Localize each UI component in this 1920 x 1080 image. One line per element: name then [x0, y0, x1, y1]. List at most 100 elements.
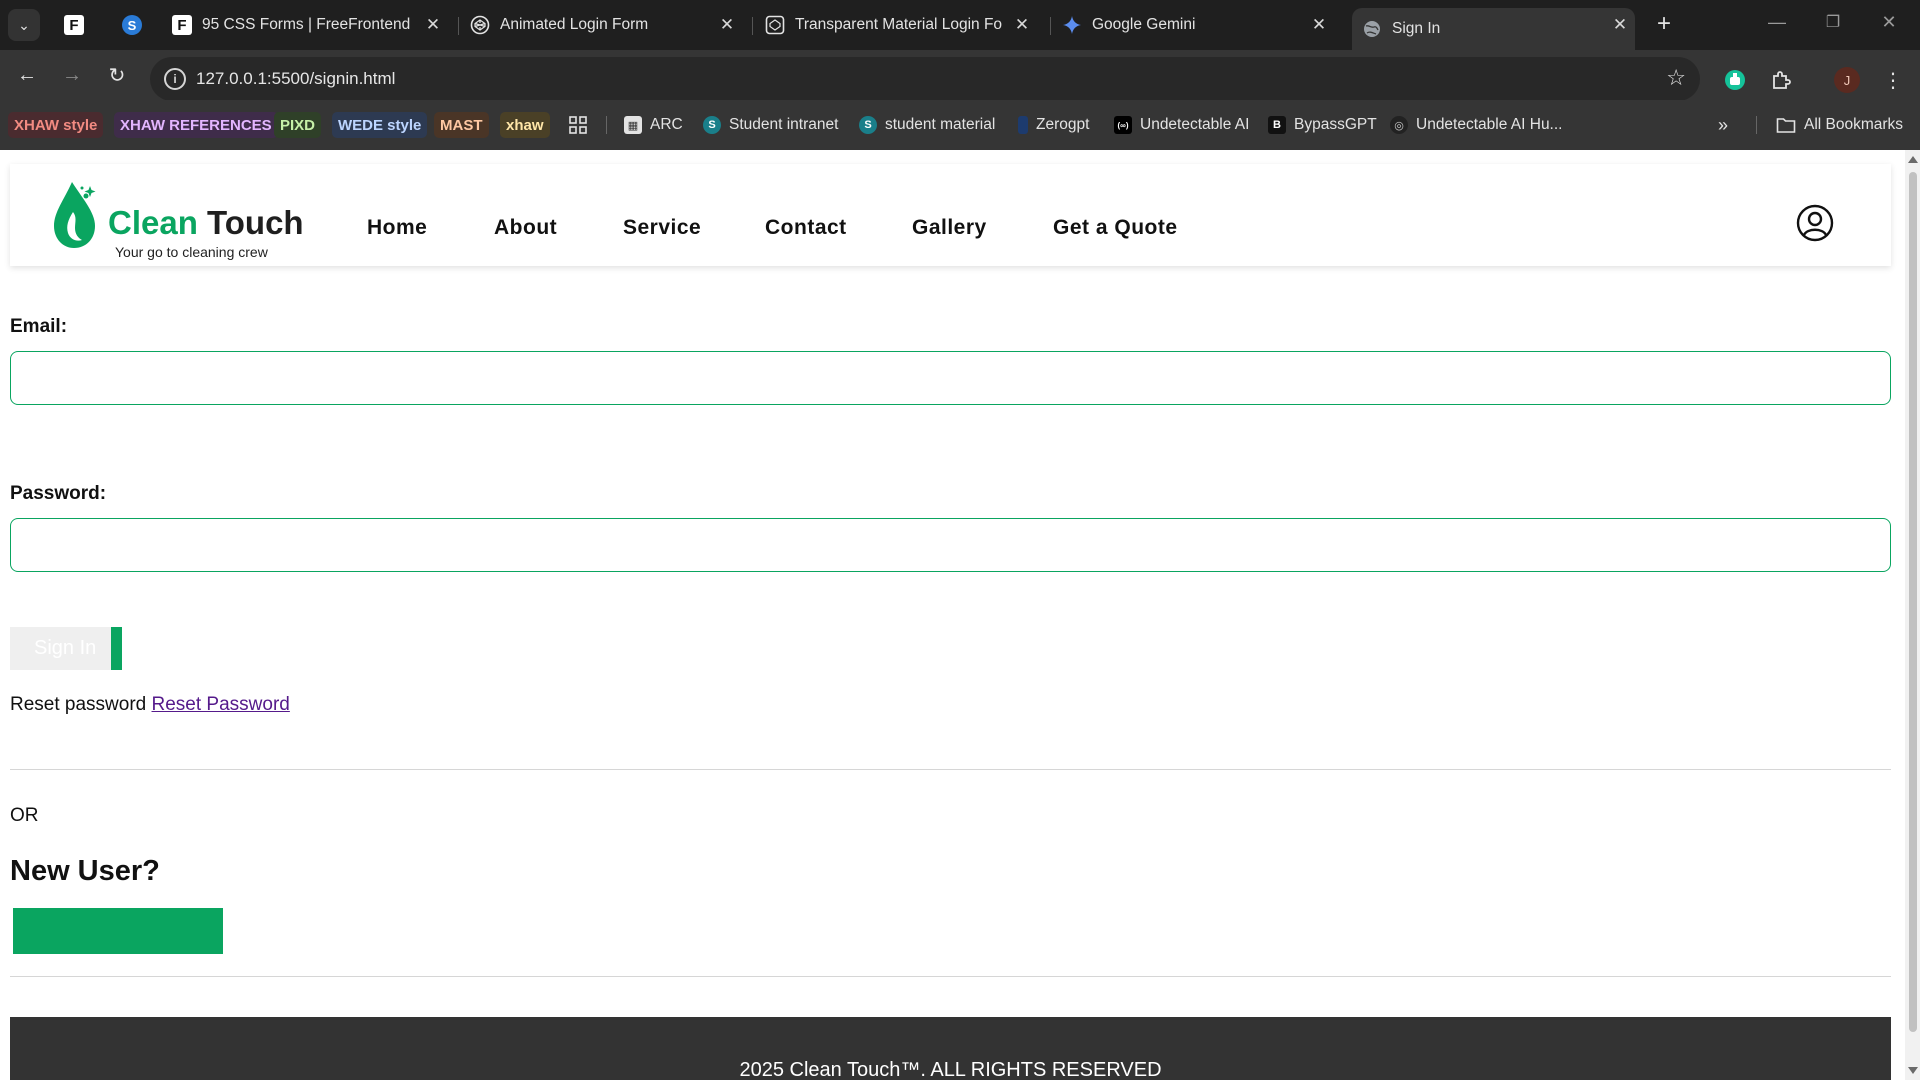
- bookmark-folder-mast[interactable]: MAST: [434, 112, 489, 138]
- pinned-tab-sharepoint[interactable]: S: [120, 13, 144, 37]
- close-tab-icon[interactable]: ✕: [422, 14, 444, 36]
- pinned-tab-freefrontend[interactable]: F: [62, 13, 86, 37]
- scroll-up-arrow-icon[interactable]: [1908, 156, 1918, 163]
- bookmark-folder-xhaw-references[interactable]: XHAW REFERENCES: [114, 112, 278, 138]
- nav-link-gallery[interactable]: Gallery: [912, 216, 987, 240]
- logo-wordmark: Clean Touch: [108, 204, 304, 242]
- reload-icon[interactable]: ↻: [102, 60, 132, 90]
- profile-avatar[interactable]: J: [1834, 67, 1860, 93]
- bookmark-undetectable-ai[interactable]: (∞) Undetectable AI: [1114, 114, 1249, 136]
- nav-link-home[interactable]: Home: [367, 216, 427, 240]
- nav-link-service[interactable]: Service: [623, 216, 701, 240]
- tab-gemini[interactable]: Google Gemini ✕: [1062, 8, 1334, 42]
- bookmark-divider: [1756, 116, 1757, 134]
- logo-word-touch: Touch: [207, 204, 304, 241]
- reset-password-link[interactable]: Reset Password: [152, 694, 290, 715]
- bookmark-folder-pixd[interactable]: PIXD: [274, 112, 322, 138]
- extensions-puzzle-icon[interactable]: [1768, 67, 1794, 93]
- site-info-icon[interactable]: i: [164, 68, 186, 90]
- tab-title: Transparent Material Login For: [795, 16, 1003, 33]
- site-footer: 2025 Clean Touch™. ALL RIGHTS RESERVED: [10, 1017, 1891, 1080]
- password-label: Password:: [10, 483, 107, 504]
- freefrontend-favicon-icon: F: [172, 15, 192, 35]
- email-label: Email:: [10, 316, 68, 337]
- minimize-icon[interactable]: —: [1762, 12, 1792, 33]
- sharepoint-favicon-icon: S: [859, 116, 877, 134]
- bookmark-arc[interactable]: ▦ ARC: [624, 114, 683, 136]
- chrome-menu-icon[interactable]: ⋮: [1880, 67, 1906, 93]
- freefrontend-favicon-icon: F: [64, 15, 84, 35]
- bookmark-folder-wede-style[interactable]: WEDE style: [332, 112, 428, 138]
- tab-transparent-login[interactable]: Transparent Material Login For ✕: [765, 8, 1037, 42]
- codepen-favicon-icon: [470, 15, 490, 35]
- bookmark-label: BypassGPT: [1294, 116, 1377, 133]
- globe-icon: [1364, 21, 1380, 37]
- scrollbar-thumb[interactable]: [1909, 172, 1917, 1032]
- reset-password-line: Reset password Reset Password: [10, 694, 290, 716]
- sharepoint-favicon-icon: S: [703, 116, 721, 134]
- arc-favicon-icon: ▦: [624, 116, 642, 134]
- or-text: OR: [10, 805, 39, 826]
- nav-link-about[interactable]: About: [494, 216, 557, 240]
- tab-sign-in[interactable]: Sign In ✕: [1352, 8, 1635, 50]
- reset-password-text: Reset password: [10, 694, 147, 715]
- bookmark-star-icon[interactable]: ☆: [1666, 65, 1686, 91]
- codepen-favicon-icon: [765, 15, 785, 35]
- zerogpt-favicon-icon: [1018, 116, 1028, 134]
- tab-divider: [752, 17, 753, 35]
- tab-divider: [1050, 17, 1051, 35]
- close-tab-icon[interactable]: ✕: [1308, 14, 1330, 36]
- window-close-icon[interactable]: ✕: [1874, 12, 1904, 33]
- bookmark-zerogpt[interactable]: Zerogpt: [1018, 114, 1089, 136]
- footer-copyright: 2025 Clean Touch™. ALL RIGHTS RESERVED: [739, 1059, 1162, 1080]
- bookmark-folder-xhaw-style[interactable]: XHAW style: [8, 112, 104, 138]
- email-field[interactable]: [10, 351, 1891, 405]
- close-tab-icon[interactable]: ✕: [1609, 14, 1631, 36]
- sharepoint-favicon-icon: S: [122, 15, 142, 35]
- browser-tab-strip: ⌄ F S F 95 CSS Forms | FreeFrontend ✕ An…: [0, 0, 1920, 50]
- register-button[interactable]: [13, 908, 223, 954]
- sign-in-button[interactable]: Sign In: [10, 627, 122, 670]
- nav-link-get-a-quote[interactable]: Get a Quote: [1053, 216, 1178, 240]
- password-field[interactable]: [10, 518, 1891, 572]
- all-bookmarks-button[interactable]: All Bookmarks: [1776, 114, 1903, 136]
- divider: [10, 769, 1891, 770]
- new-tab-plus-icon[interactable]: +: [1650, 10, 1678, 38]
- close-tab-icon[interactable]: ✕: [1011, 14, 1033, 36]
- back-arrow-icon[interactable]: ←: [12, 60, 42, 90]
- forward-arrow-icon[interactable]: →: [57, 60, 87, 90]
- bookmark-label: Zerogpt: [1036, 116, 1090, 133]
- restore-icon[interactable]: ❐: [1818, 12, 1848, 32]
- bookmark-label: Undetectable AI: [1140, 116, 1250, 133]
- divider: [10, 976, 1891, 977]
- tab-title: Sign In: [1392, 20, 1441, 37]
- bookmark-label: Student intranet: [729, 116, 839, 133]
- close-tab-icon[interactable]: ✕: [716, 14, 738, 36]
- bookmark-student-material[interactable]: S student material: [859, 114, 995, 136]
- bookmark-divider: [606, 116, 607, 134]
- bookmark-undetectable-ai-humanizer[interactable]: ◎ Undetectable AI Hu...: [1390, 114, 1562, 136]
- scroll-down-arrow-icon[interactable]: [1908, 1067, 1918, 1074]
- bookmark-bypassgpt[interactable]: B BypassGPT: [1268, 114, 1377, 136]
- user-account-icon[interactable]: [1796, 204, 1834, 242]
- address-bar[interactable]: i 127.0.0.1:5500/signin.html ☆: [150, 57, 1700, 101]
- site-logo[interactable]: Clean Touch Your go to cleaning crew: [46, 176, 306, 260]
- all-bookmarks-label: All Bookmarks: [1804, 116, 1904, 133]
- tab-title: Animated Login Form: [500, 16, 649, 33]
- tab-search-button[interactable]: ⌄: [8, 9, 40, 41]
- tab-title: 95 CSS Forms | FreeFrontend: [202, 16, 411, 33]
- grammarly-extension-icon[interactable]: [1722, 67, 1748, 93]
- bookmark-student-intranet[interactable]: S Student intranet: [703, 114, 838, 136]
- site-header: Clean Touch Your go to cleaning crew Hom…: [10, 164, 1891, 266]
- tab-freefrontend[interactable]: F 95 CSS Forms | FreeFrontend ✕: [172, 8, 448, 42]
- url-text[interactable]: 127.0.0.1:5500/signin.html: [196, 69, 395, 89]
- nav-link-contact[interactable]: Contact: [765, 216, 847, 240]
- bookmark-folder-xhaw[interactable]: xhaw: [500, 112, 550, 138]
- new-user-heading: New User?: [10, 855, 160, 887]
- apps-grid-icon[interactable]: [568, 114, 588, 136]
- bookmarks-bar: XHAW style XHAW REFERENCES PIXD WEDE sty…: [0, 100, 1920, 150]
- bookmarks-overflow-chevron-icon[interactable]: »: [1718, 114, 1728, 136]
- tab-animated-login[interactable]: Animated Login Form ✕: [470, 8, 742, 42]
- page-scrollbar[interactable]: [1905, 150, 1920, 1080]
- undetectable-favicon-icon: (∞): [1114, 116, 1132, 134]
